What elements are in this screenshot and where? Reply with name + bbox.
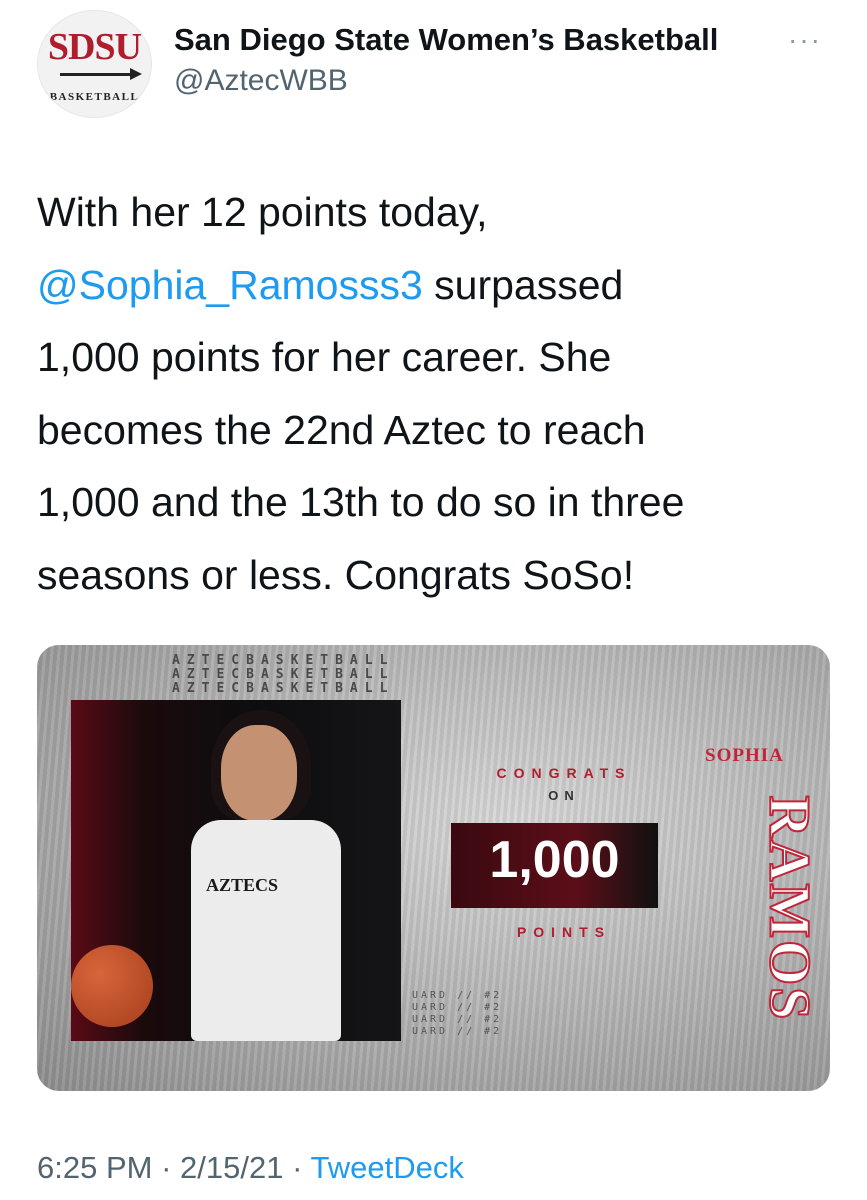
tweet-line: 1,000 points for her career. She [37, 334, 612, 380]
points-label: POINTS [516, 924, 612, 940]
jersey-text: AZTECS [206, 875, 279, 895]
tweet-source-link[interactable]: TweetDeck [310, 1150, 463, 1185]
tweet-date[interactable]: 2/15/21 [180, 1150, 283, 1185]
avatar[interactable]: SDSU BASKETBALL [37, 10, 152, 118]
on-label: ON [548, 788, 580, 803]
player-jersey [191, 820, 341, 1041]
guard-text: UARD // #2 [412, 1026, 503, 1037]
tweet-media-image[interactable]: AZTECBASKETBALL AZTECBASKETBALL AZTECBAS… [37, 645, 830, 1091]
stripe-text: AZTECBASKETBALL [172, 667, 395, 682]
tweet-line: 1,000 and the 13th to do so in three [37, 479, 685, 525]
display-name[interactable]: San Diego State Women’s Basketball [174, 22, 718, 58]
tweet-text-fragment: surpassed [422, 261, 624, 308]
tweet-text: With her 12 points today, @Sophia_Ramoss… [37, 176, 837, 611]
tweet-line: seasons or less. Congrats SoSo! [37, 551, 635, 598]
player-last-name: RAMOS [756, 795, 823, 1023]
mention-link[interactable]: @Sophia_Ramosss3 [37, 262, 423, 308]
separator: · [161, 1150, 172, 1185]
tweet-time[interactable]: 6:25 PM [37, 1150, 152, 1185]
user-handle[interactable]: @AztecWBB [174, 64, 348, 98]
avatar-logo-text: SDSU [47, 26, 142, 68]
congrats-label: CONGRATS [496, 765, 632, 781]
milestone-number: 1,000 [489, 831, 620, 889]
tweet-line: @Sophia_Ramosss3 surpassed [37, 249, 837, 322]
basketball-icon [71, 945, 153, 1027]
player-photo: AZTECS [71, 700, 401, 1041]
spear-tip-icon [130, 68, 142, 80]
separator: · [292, 1150, 303, 1185]
stripe-text: AZTECBASKETBALL [172, 681, 395, 696]
player-first-name: SOPHIA [705, 745, 784, 766]
player-head [221, 725, 297, 821]
tweet-timestamp: 6:25 PM · 2/15/21 · TweetDeck [37, 1150, 464, 1186]
tweet-line: becomes the 22nd Aztec to reach [37, 406, 646, 453]
guard-text: UARD // #2 [412, 1002, 503, 1013]
stripe-text: AZTECBASKETBALL [172, 653, 395, 668]
more-options-icon[interactable]: ··· [788, 24, 822, 56]
guard-text: UARD // #2 [412, 1014, 503, 1025]
spear-icon [60, 73, 132, 76]
guard-text: UARD // #2 [412, 990, 503, 1001]
tweet-line: With her 12 points today, [37, 189, 488, 235]
avatar-logo-subtext: BASKETBALL [49, 91, 140, 103]
